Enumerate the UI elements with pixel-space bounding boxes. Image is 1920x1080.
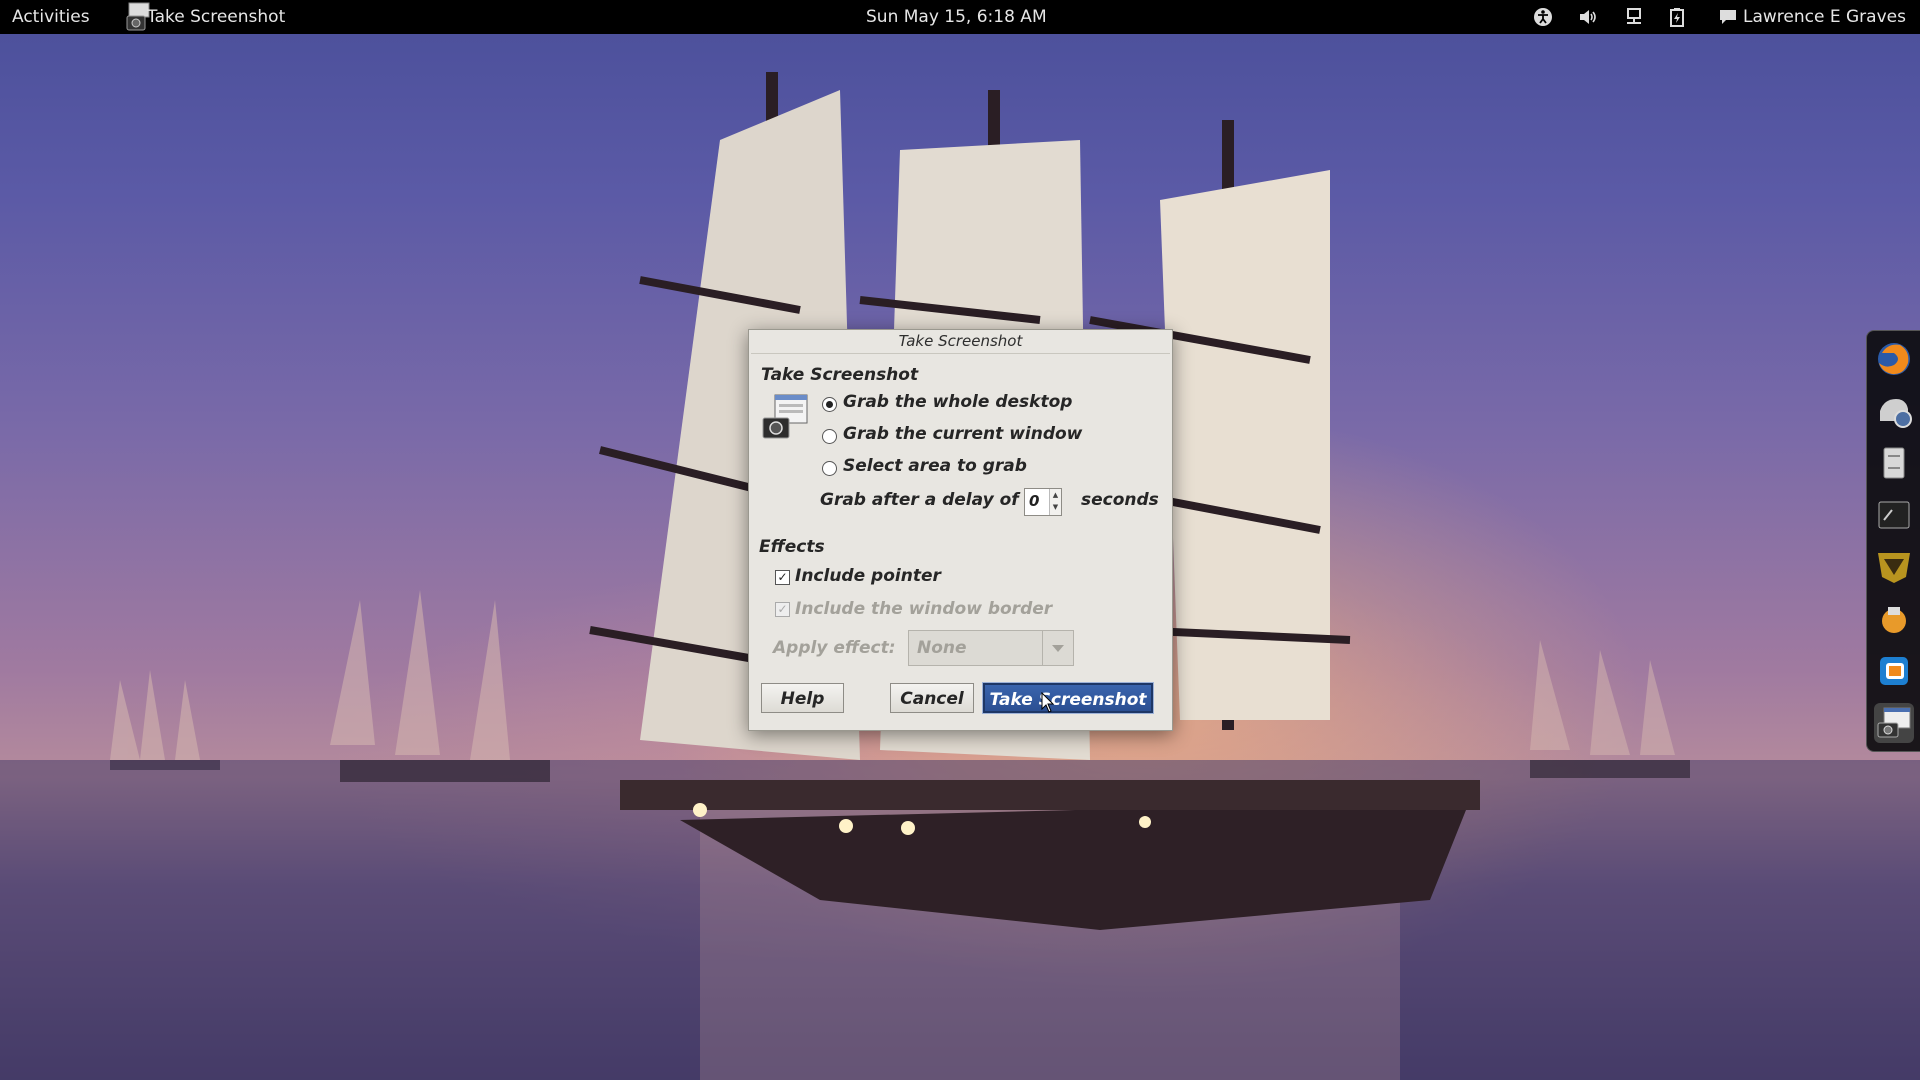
- battery-icon[interactable]: [1667, 7, 1687, 27]
- app-menu-label: Take Screenshot: [147, 7, 286, 27]
- take-screenshot-dialog: Take Screenshot Take Screenshot Grab the…: [748, 329, 1173, 731]
- radio-whole-desktop[interactable]: [822, 397, 837, 412]
- dialog-title[interactable]: Take Screenshot: [749, 330, 1172, 352]
- include-pointer-label[interactable]: Include pointer: [795, 566, 941, 586]
- wesnoth-icon[interactable]: [1874, 547, 1914, 587]
- label-whole-desktop[interactable]: Grab the whole desktop: [843, 392, 1072, 412]
- user-menu[interactable]: Lawrence E Graves: [1743, 0, 1906, 34]
- title-divider: [751, 353, 1170, 354]
- terminal-icon[interactable]: [1874, 495, 1914, 535]
- label-select-area[interactable]: Select area to grab: [843, 456, 1027, 476]
- apply-effect-label: Apply effect:: [773, 638, 896, 658]
- mouse-pointer-icon: [1041, 692, 1055, 713]
- file-cabinet-icon[interactable]: [1874, 443, 1914, 483]
- screenshot-dialog-icon: [762, 394, 808, 439]
- software-icon[interactable]: [1874, 599, 1914, 639]
- include-border-label: Include the window border: [795, 599, 1053, 619]
- app-menu[interactable]: Take Screenshot: [122, 0, 302, 34]
- radio-current-window[interactable]: [822, 429, 837, 444]
- label-current-window[interactable]: Grab the current window: [843, 424, 1082, 444]
- chevron-down-icon: [1042, 631, 1073, 665]
- spin-arrows-icon[interactable]: ▲ ▼: [1049, 489, 1061, 515]
- firefox-icon[interactable]: [1874, 339, 1914, 379]
- take-screenshot-button[interactable]: Take Screenshot: [982, 682, 1154, 714]
- include-pointer-checkbox[interactable]: ✓: [775, 570, 790, 585]
- help-button[interactable]: Help: [761, 683, 844, 713]
- cancel-button[interactable]: Cancel: [890, 683, 974, 713]
- activities-button[interactable]: Activities: [12, 0, 90, 34]
- delay-suffix-label: seconds: [1081, 490, 1159, 510]
- apply-effect-value: None: [917, 638, 967, 658]
- delay-spinbutton[interactable]: 0 ▲ ▼: [1024, 488, 1062, 516]
- include-border-checkbox: ✓: [775, 602, 790, 617]
- section-title: Take Screenshot: [761, 365, 919, 385]
- apply-effect-combo: None: [908, 630, 1074, 666]
- screenshot-app-icon[interactable]: [1874, 703, 1914, 743]
- dash-dock: [1866, 330, 1920, 752]
- delay-value[interactable]: 0: [1029, 492, 1039, 510]
- time-machine-icon[interactable]: [1874, 391, 1914, 431]
- chat-icon[interactable]: [1718, 7, 1738, 27]
- network-icon[interactable]: [1624, 7, 1644, 27]
- top-panel: Activities Take Screenshot Sun May 15, 6…: [0, 0, 1920, 34]
- delay-prefix-label: Grab after a delay of: [820, 490, 1019, 510]
- radio-select-area[interactable]: [822, 461, 837, 476]
- volume-icon[interactable]: [1578, 7, 1598, 27]
- virtualbox-icon[interactable]: [1874, 651, 1914, 691]
- accessibility-icon[interactable]: [1533, 7, 1553, 27]
- effects-title: Effects: [759, 537, 825, 557]
- clock[interactable]: Sun May 15, 6:18 AM: [866, 0, 1047, 34]
